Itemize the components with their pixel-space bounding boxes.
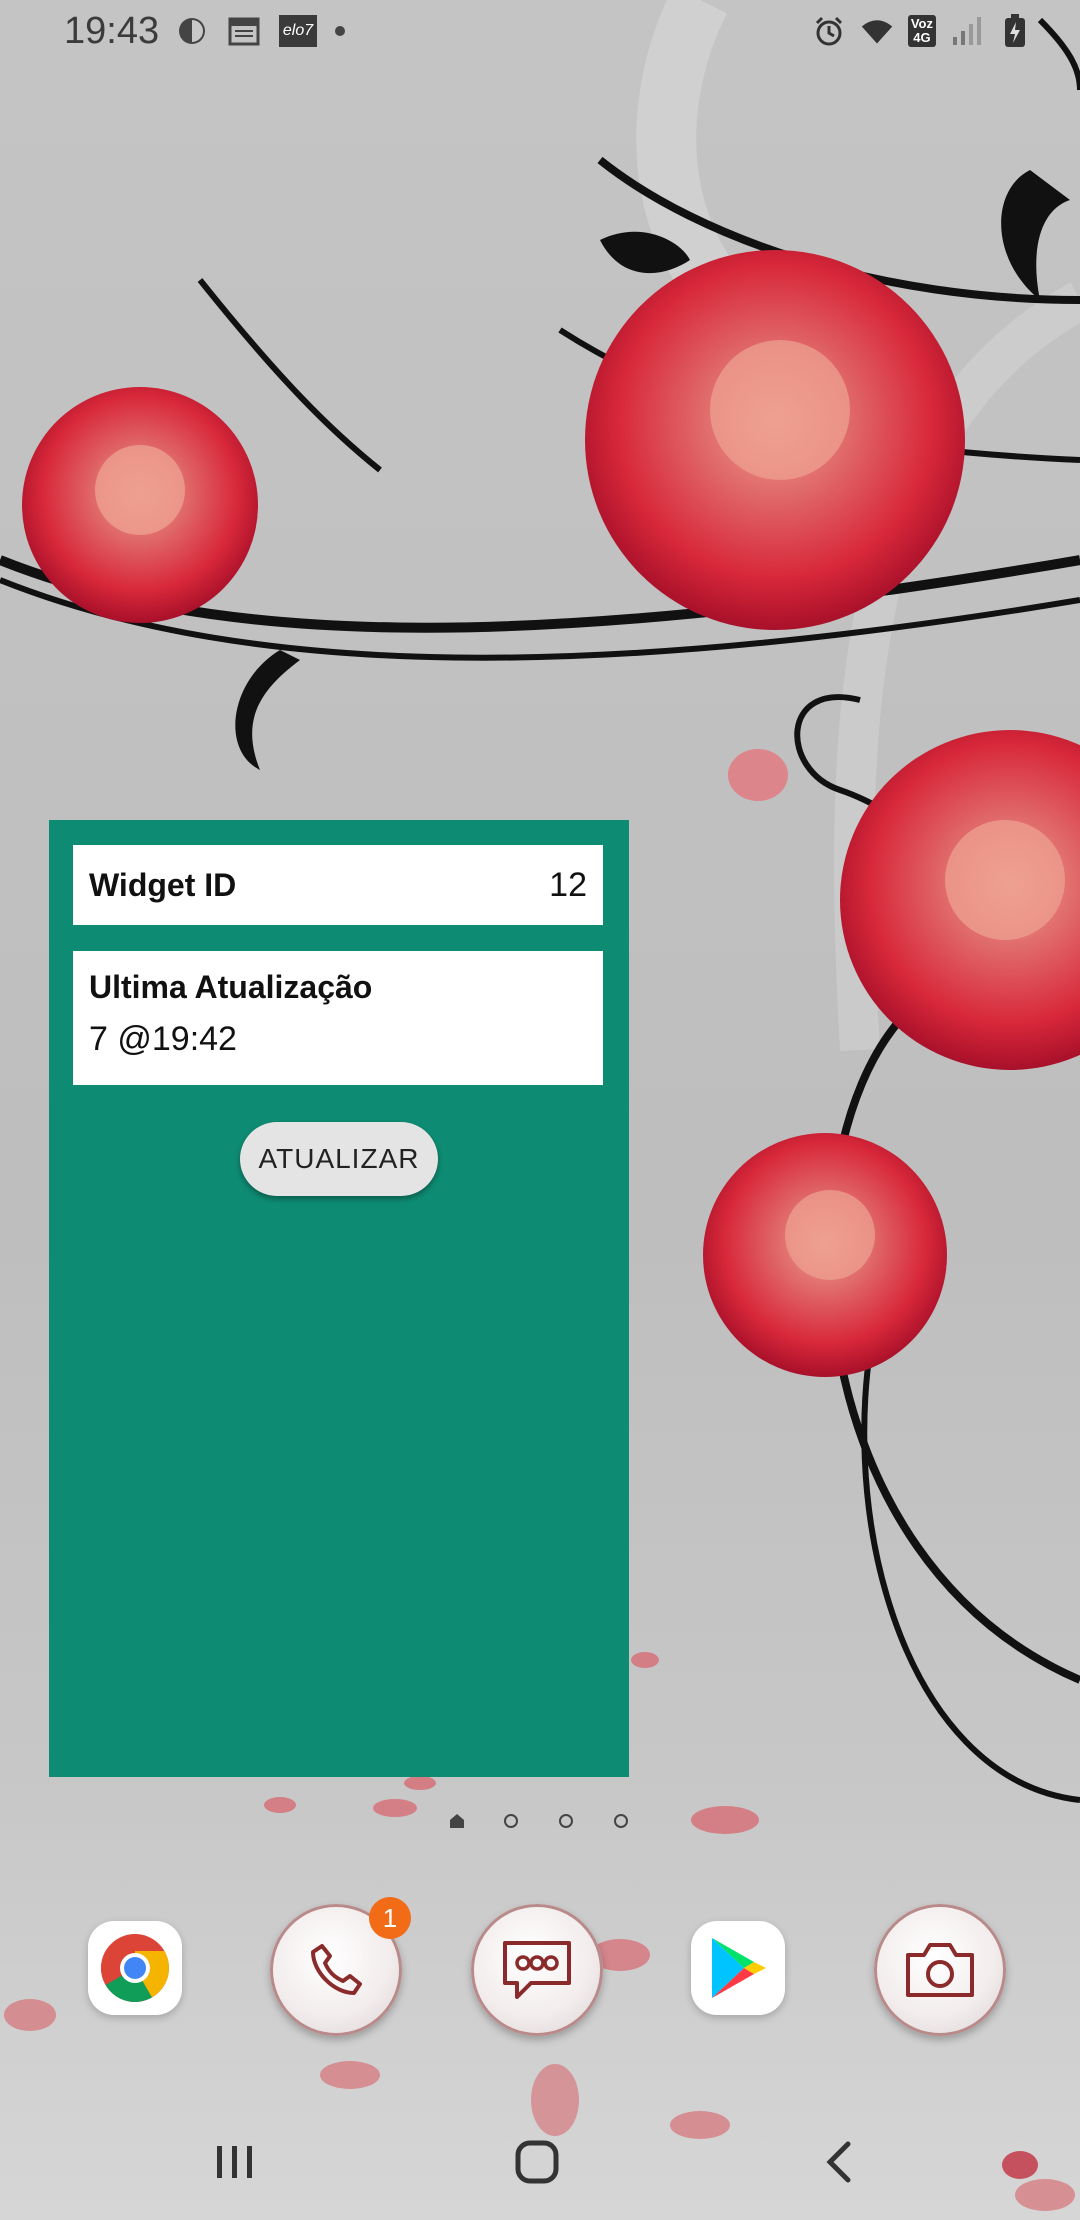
widget-container: Widget ID 12 Ultima Atualização 7 @19:42… [49,820,629,1777]
last-update-card: Ultima Atualização 7 @19:42 [73,951,603,1085]
last-update-label: Ultima Atualização [89,969,373,1005]
battery-icon [998,14,1032,48]
dot-icon [335,26,345,36]
network-type-label: 4G [913,30,931,45]
last-update-value: 7 @19:42 [89,1020,237,1058]
status-bar: 19:43 elo7 Voz 4G [0,0,1080,66]
phone-icon [311,1944,362,1995]
elo7-icon: elo7 [279,15,317,47]
home-page-indicator-icon[interactable] [448,1812,466,1835]
widget-id-label: Widget ID [89,866,237,903]
home-button[interactable] [502,2130,572,2194]
calendar-icon [227,14,261,48]
notification-icons: elo7 [175,14,345,48]
back-icon [826,2141,851,2183]
page-dot[interactable] [614,1814,628,1828]
chrome-icon [101,1934,169,2002]
volte-4g-icon: Voz 4G [907,15,936,47]
navigation-bar [0,2118,1080,2206]
widget-id-card: Widget ID 12 [73,845,603,925]
home-icon [515,2140,559,2184]
recents-icon [217,2146,252,2178]
camera-icon [906,1943,974,1997]
sync-icon [175,14,209,48]
camera-app[interactable] [874,1904,1006,2036]
update-button[interactable]: ATUALIZAR [240,1122,438,1196]
messages-icon [503,1941,571,1999]
alarm-icon [812,14,846,48]
chrome-app[interactable] [88,1921,182,2015]
signal-icon [950,14,984,48]
recents-button[interactable] [200,2130,270,2194]
page-dot[interactable] [504,1814,518,1828]
page-dot[interactable] [559,1814,573,1828]
messages-app[interactable] [471,1904,603,2036]
play-store-app[interactable] [691,1921,785,2015]
wifi-icon [860,14,894,48]
widget-id-value: 12 [549,865,587,904]
play-store-icon [712,1938,766,1998]
status-clock: 19:43 [64,10,160,52]
system-icons: Voz 4G [812,14,1032,48]
phone-notification-badge: 1 [369,1897,411,1939]
voz-label: Voz [910,16,933,31]
back-button[interactable] [805,2130,875,2194]
home-page-indicator [0,1812,1080,1832]
